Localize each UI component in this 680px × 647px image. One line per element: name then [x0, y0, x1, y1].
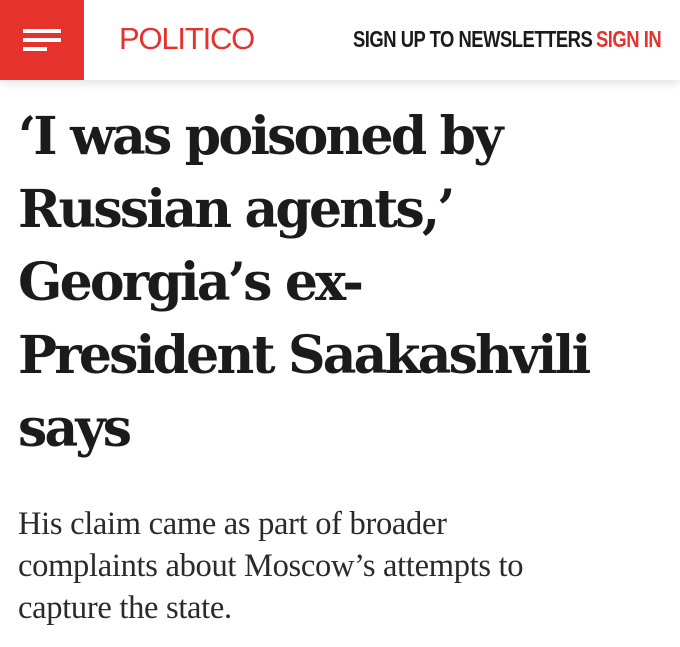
dek-line: capture the state.	[18, 590, 232, 626]
headline-line: ‘I was poisoned by	[18, 106, 503, 167]
dek-line: complaints about Moscow’s attempts to	[18, 548, 524, 584]
headline-line: Russian agents,’	[18, 179, 455, 240]
headline-line: President Saakashvili	[18, 325, 591, 386]
hamburger-menu-icon	[23, 29, 61, 51]
site-logo[interactable]: POLITICO	[119, 20, 255, 58]
sign-in-link[interactable]: SIGN IN	[596, 25, 662, 53]
site-header: POLITICO SIGN UP TO NEWSLETTERS SIGN IN	[0, 0, 680, 80]
article-headline: ‘I was poisoned by Russian agents,’ Georgi…	[18, 100, 668, 465]
dek-line: His claim came as part of broader	[18, 506, 447, 542]
headline-line: says	[18, 398, 132, 459]
menu-button[interactable]	[0, 0, 84, 80]
article-page: POLITICO SIGN UP TO NEWSLETTERS SIGN IN …	[0, 0, 680, 647]
article-dek: His claim came as part of broader complai…	[18, 503, 668, 629]
headline-line: Georgia’s ex-	[18, 252, 364, 313]
newsletter-signup-link[interactable]: SIGN UP TO NEWSLETTERS	[353, 25, 593, 53]
